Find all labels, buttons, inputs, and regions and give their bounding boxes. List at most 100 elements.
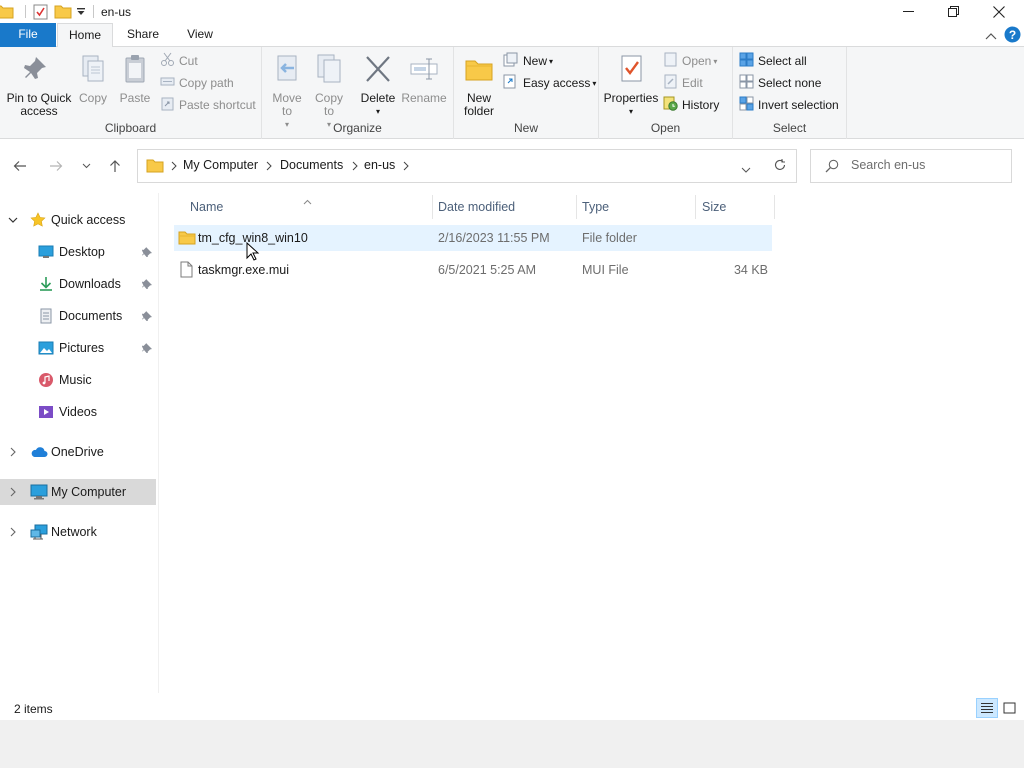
up-button[interactable] xyxy=(103,155,127,177)
new-folder-quick-icon[interactable] xyxy=(54,4,72,22)
properties-quick-icon[interactable] xyxy=(33,4,48,23)
search-icon xyxy=(825,159,839,176)
nav-music[interactable]: Music xyxy=(0,367,156,393)
music-icon xyxy=(38,372,54,391)
nav-downloads[interactable]: Downloads xyxy=(0,271,156,297)
back-button[interactable] xyxy=(8,155,32,177)
column-header-date[interactable]: Date modified xyxy=(438,193,574,221)
nav-network[interactable]: Network xyxy=(0,519,156,545)
nav-quick-access[interactable]: Quick access xyxy=(0,207,156,233)
nav-pictures[interactable]: Pictures xyxy=(0,335,156,361)
folder-icon xyxy=(146,158,164,176)
close-button[interactable] xyxy=(976,0,1022,23)
recent-locations-button[interactable] xyxy=(74,155,98,177)
pin-icon[interactable] xyxy=(142,342,153,356)
chevron-up-icon[interactable] xyxy=(985,29,997,43)
open-group: Properties ▾ Open ▾ Edit History Open xyxy=(599,47,733,139)
edit-button[interactable]: Edit xyxy=(663,73,703,93)
table-row[interactable]: tm_cfg_win8_win10 2/16/2023 11:55 PM Fil… xyxy=(174,225,772,251)
copy-path-button[interactable]: Copy path xyxy=(160,73,234,93)
chevron-right-icon[interactable] xyxy=(171,160,177,174)
nav-desktop[interactable]: Desktop xyxy=(0,239,156,265)
table-row[interactable]: taskmgr.exe.mui 6/5/2021 5:25 AM MUI Fil… xyxy=(174,257,772,283)
pin-to-quick-access-button[interactable]: Pin to Quick access xyxy=(4,53,74,118)
rename-button[interactable]: Rename xyxy=(400,53,448,105)
properties-icon xyxy=(603,53,659,88)
copy-to-button[interactable]: Copy to ▾ xyxy=(310,53,348,131)
invert-selection-button[interactable]: Invert selection xyxy=(739,95,839,115)
search-box[interactable] xyxy=(810,149,1012,183)
move-to-button[interactable]: Move to ▾ xyxy=(268,53,306,131)
tab-file[interactable]: File xyxy=(0,23,56,47)
chevron-right-icon[interactable] xyxy=(403,160,409,174)
svg-text:?: ? xyxy=(1009,28,1016,42)
breadcrumb-en-us[interactable]: en-us xyxy=(364,158,395,172)
tab-home[interactable]: Home xyxy=(57,23,113,48)
new-folder-button[interactable]: New folder xyxy=(460,53,498,118)
column-header-size[interactable]: Size xyxy=(702,193,772,221)
history-button[interactable]: History xyxy=(663,95,719,115)
pin-icon[interactable] xyxy=(142,278,153,292)
history-icon xyxy=(663,96,678,114)
nav-my-computer[interactable]: My Computer xyxy=(0,479,156,505)
file-type: MUI File xyxy=(582,263,629,277)
network-icon xyxy=(30,524,48,543)
restore-button[interactable] xyxy=(930,0,976,23)
properties-button[interactable]: Properties ▾ xyxy=(603,53,659,118)
easy-access-icon xyxy=(503,74,519,92)
nav-onedrive[interactable]: OneDrive xyxy=(0,439,156,465)
minimize-button[interactable] xyxy=(885,0,931,23)
folder-icon xyxy=(0,4,14,22)
search-input[interactable] xyxy=(851,158,1001,172)
new-item-button[interactable]: New ▾ xyxy=(503,51,553,71)
new-group: New folder New ▾ Easy access ▾ New xyxy=(454,47,599,139)
videos-icon xyxy=(38,404,54,423)
file-icon xyxy=(180,261,193,281)
download-arrow-icon xyxy=(38,276,54,295)
nav-documents[interactable]: Documents xyxy=(0,303,156,329)
pin-icon[interactable] xyxy=(142,310,153,324)
tab-view[interactable]: View xyxy=(174,23,226,47)
chevron-right-icon[interactable] xyxy=(266,160,272,174)
window-title: en-us xyxy=(101,5,132,19)
paste-button[interactable]: Paste xyxy=(116,53,154,105)
pin-label: Pin to Quick access xyxy=(6,91,72,118)
breadcrumb-my-computer[interactable]: My Computer xyxy=(183,158,258,172)
chevron-right-icon[interactable] xyxy=(8,526,18,540)
refresh-icon[interactable] xyxy=(773,158,787,175)
select-none-button[interactable]: Select none xyxy=(739,73,821,93)
mouse-cursor-icon xyxy=(246,241,260,265)
select-all-button[interactable]: Select all xyxy=(739,51,807,71)
paste-icon xyxy=(116,53,154,88)
open-button[interactable]: Open ▾ xyxy=(663,51,717,71)
file-size: 34 KB xyxy=(733,263,768,277)
column-header-type[interactable]: Type xyxy=(582,193,692,221)
forward-button[interactable] xyxy=(44,155,68,177)
large-icons-view-button[interactable] xyxy=(998,698,1020,718)
tab-share[interactable]: Share xyxy=(116,23,170,47)
pin-icon xyxy=(4,53,74,88)
easy-access-button[interactable]: Easy access ▾ xyxy=(503,73,596,93)
chevron-right-icon[interactable] xyxy=(352,160,358,174)
file-date: 2/16/2023 11:55 PM xyxy=(438,231,550,245)
new-folder-icon xyxy=(460,53,498,88)
file-date: 6/5/2021 5:25 AM xyxy=(438,263,536,277)
copy-button[interactable]: Copy xyxy=(74,53,112,105)
help-icon[interactable]: ? xyxy=(1004,26,1021,46)
nav-videos[interactable]: Videos xyxy=(0,399,156,425)
address-bar[interactable]: My Computer Documents en-us xyxy=(137,149,797,183)
breadcrumb-documents[interactable]: Documents xyxy=(280,158,343,172)
customize-quick-access-icon[interactable] xyxy=(76,6,86,20)
new-item-icon xyxy=(503,52,519,70)
pictures-icon xyxy=(38,340,54,359)
details-view-button[interactable] xyxy=(976,698,998,718)
chevron-right-icon[interactable] xyxy=(8,486,18,500)
pin-icon[interactable] xyxy=(142,246,153,260)
delete-button[interactable]: Delete ▾ xyxy=(358,53,398,118)
chevron-right-icon[interactable] xyxy=(8,446,18,460)
cut-button[interactable]: Cut xyxy=(160,51,198,71)
chevron-down-icon[interactable] xyxy=(741,162,751,176)
chevron-down-icon[interactable] xyxy=(8,214,18,228)
paste-shortcut-button[interactable]: Paste shortcut xyxy=(160,95,256,115)
column-header-name[interactable]: Name xyxy=(190,193,430,221)
